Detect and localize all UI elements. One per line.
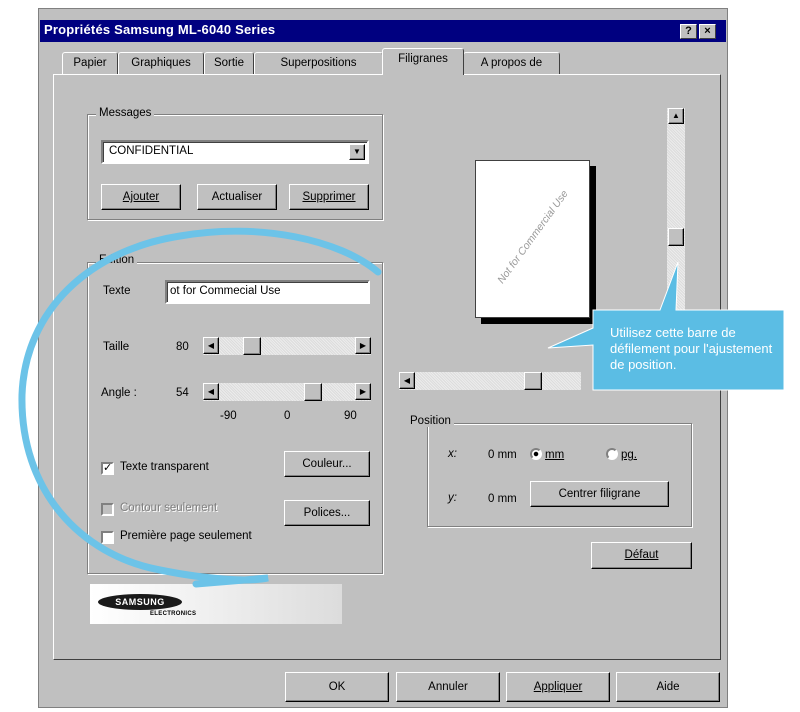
- highlight-circle: [18, 227, 382, 588]
- tab-filigranes[interactable]: Filigranes: [382, 48, 464, 75]
- callout-text: Utilisez cette barre de défilement pour …: [610, 325, 773, 372]
